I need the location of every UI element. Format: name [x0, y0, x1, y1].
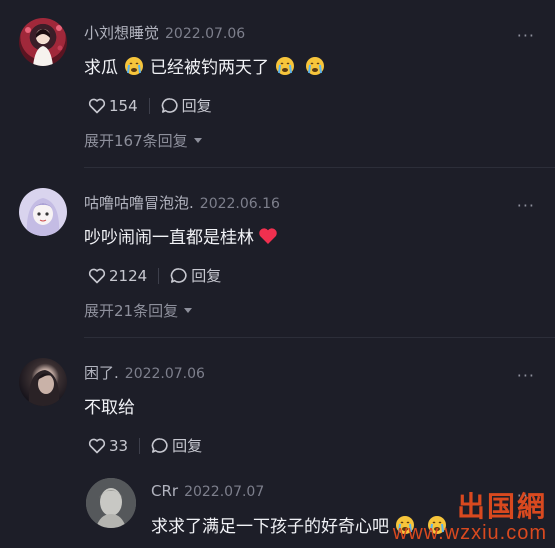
like-count: 2124 — [109, 266, 148, 285]
comment-bubble-icon — [170, 268, 187, 283]
comment-item: 困了. 2022.07.06 ··· 不取给 33 回复 — [0, 340, 555, 470]
more-icon[interactable]: ··· — [517, 366, 535, 385]
avatar[interactable] — [86, 478, 136, 528]
reply-button[interactable]: 回复 — [161, 95, 212, 116]
username[interactable]: 咕噜咕噜冒泡泡. — [84, 194, 194, 212]
comment-bubble-icon — [161, 98, 178, 113]
expand-replies-label: 展开21条回复 — [84, 302, 179, 320]
username[interactable]: 小刘想睡觉 — [84, 24, 159, 42]
reply-label: 回复 — [172, 437, 203, 455]
comment-header: 困了. 2022.07.06 — [84, 362, 205, 383]
username[interactable]: CRr — [151, 482, 178, 500]
comment-actions: 33 回复 — [88, 435, 202, 456]
comment-actions: 154 回复 — [88, 95, 212, 116]
action-divider — [158, 267, 160, 284]
comment-item: 咕噜咕噜冒泡泡. 2022.06.16 ··· 吵吵闹闹一直都是桂林 2124 回… — [0, 170, 555, 338]
avatar[interactable] — [19, 18, 67, 66]
reply-label: 回复 — [191, 267, 222, 285]
expand-replies-label: 展开167条回复 — [84, 132, 188, 150]
crying-face-emoji — [276, 56, 294, 75]
comment-text-part: 不取给 — [84, 398, 135, 418]
expand-replies-button[interactable]: 展开167条回复 — [84, 130, 202, 151]
comment-date: 2022.07.07 — [184, 484, 265, 500]
comment-item: 小刘想睡觉 2022.07.06 ··· 求瓜 已经被钓两天了 154 回复 展开… — [0, 0, 555, 170]
avatar[interactable] — [19, 188, 67, 236]
comment-text-part: 求瓜 — [84, 58, 118, 78]
red-heart-emoji — [259, 227, 277, 244]
comment-text-part: 吵吵闹闹一直都是桂林 — [84, 228, 254, 248]
crying-face-emoji — [125, 56, 143, 75]
comment-text: 求瓜 已经被钓两天了 — [84, 53, 331, 78]
reply-text: 求求了满足一下孩子的好奇心吧 — [151, 512, 453, 537]
action-divider — [148, 97, 150, 114]
heart-outline-icon — [88, 438, 106, 453]
crying-face-emoji — [428, 515, 446, 534]
comment-text: 吵吵闹闹一直都是桂林 — [84, 223, 284, 248]
reply-item: CRr 2022.07.07 ··· 求求了满足一下孩子的好奇心吧 — [0, 470, 555, 548]
caret-down-icon — [193, 138, 202, 143]
divider — [84, 337, 555, 338]
comment-header: 小刘想睡觉 2022.07.06 — [84, 22, 245, 43]
like-button[interactable]: 33 — [88, 437, 128, 455]
crying-face-emoji — [306, 56, 324, 75]
more-icon[interactable]: ··· — [517, 486, 535, 505]
divider — [84, 167, 555, 168]
comment-header: 咕噜咕噜冒泡泡. 2022.06.16 — [84, 192, 280, 213]
comment-text: 不取给 — [84, 393, 135, 418]
heart-outline-icon — [88, 268, 106, 283]
avatar[interactable] — [19, 358, 67, 406]
more-icon[interactable]: ··· — [517, 196, 535, 215]
like-count: 154 — [109, 96, 138, 115]
like-button[interactable]: 2124 — [88, 267, 147, 285]
comment-bubble-icon — [151, 438, 168, 453]
reply-header: CRr 2022.07.07 — [151, 482, 264, 500]
reply-button[interactable]: 回复 — [151, 435, 202, 456]
more-icon[interactable]: ··· — [517, 26, 535, 45]
comment-date: 2022.06.16 — [199, 196, 280, 212]
comment-date: 2022.07.06 — [165, 26, 246, 42]
comment-text-part: 求求了满足一下孩子的好奇心吧 — [151, 517, 389, 537]
expand-replies-button[interactable]: 展开21条回复 — [84, 300, 193, 321]
comment-actions: 2124 回复 — [88, 265, 221, 286]
crying-face-emoji — [396, 515, 414, 534]
like-button[interactable]: 154 — [88, 97, 138, 115]
action-divider — [139, 437, 141, 454]
reply-label: 回复 — [181, 97, 212, 115]
like-count: 33 — [109, 436, 129, 455]
caret-down-icon — [184, 308, 193, 313]
heart-outline-icon — [88, 98, 106, 113]
comment-date: 2022.07.06 — [124, 366, 205, 382]
username[interactable]: 困了. — [84, 364, 119, 382]
comment-text-part: 已经被钓两天了 — [150, 58, 269, 78]
reply-button[interactable]: 回复 — [170, 265, 221, 286]
